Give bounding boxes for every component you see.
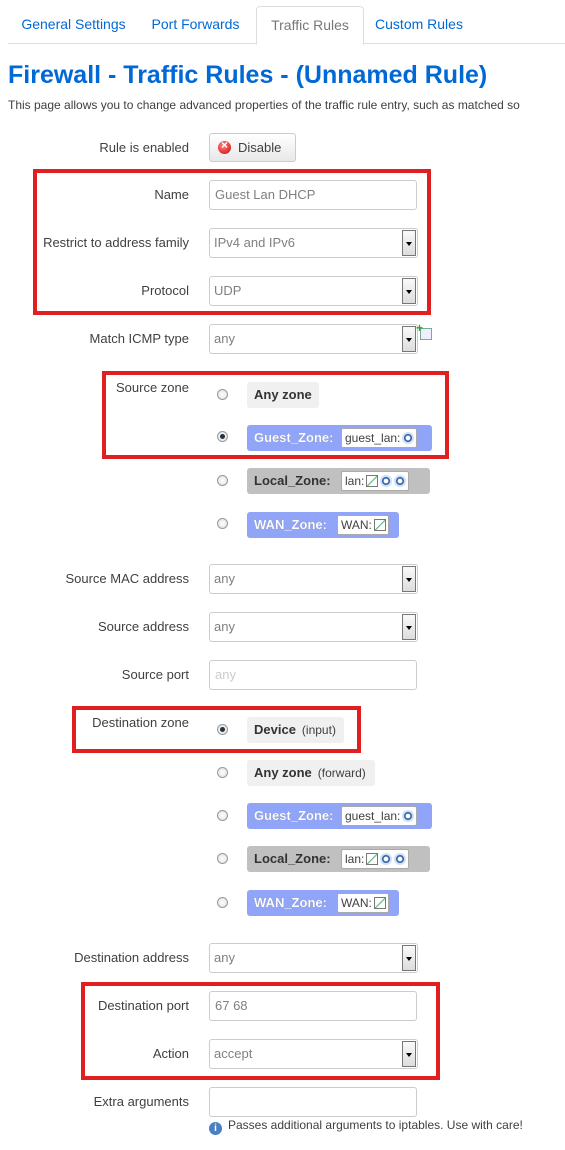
tab-traffic-rules[interactable]: Traffic Rules [256,6,364,45]
ethernet-icon [366,475,379,487]
zone-networks: lan: [341,849,410,869]
dest-zone-wan: WAN_Zone: WAN: [247,890,399,916]
zone-networks: guest_lan: [341,806,418,826]
highlight-box-port-action [81,982,440,1080]
source-mac-select[interactable]: any [209,564,418,594]
highlight-box-source-zone [102,371,449,459]
zone-name: Local_Zone: [254,851,331,866]
src-zone-wan: WAN_Zone: WAN: [247,512,399,538]
highlight-box-name-family-protocol [33,169,431,315]
zone-title: Any zone [254,765,312,780]
add-icon[interactable] [416,321,432,340]
source-mac-value: any [214,571,235,586]
extra-arguments-label: Extra arguments [93,1094,189,1109]
disable-button[interactable]: Disable [209,133,296,162]
dest-zone-wan-radio[interactable] [217,897,228,908]
src-zone-wan-radio[interactable] [217,518,228,529]
tab-bar: General Settings Port Forwards Traffic R… [8,0,565,45]
zone-name: WAN_Zone: [254,895,327,910]
page-title: Firewall - Traffic Rules - (Unnamed Rule… [8,61,488,89]
zone-name: Local_Zone: [254,473,331,488]
source-address-select[interactable]: any [209,612,418,642]
source-address-value: any [214,619,235,634]
zone-networks: lan: [341,471,410,491]
destination-address-select[interactable]: any [209,943,418,973]
network-label: WAN: [341,896,372,910]
wifi-icon [380,475,393,487]
page-description: This page allows you to change advanced … [8,98,520,112]
extra-arguments-hint: i Passes additional arguments to iptables… [209,1118,523,1135]
dest-zone-any-radio[interactable] [217,767,228,778]
dest-zone-local-radio[interactable] [217,853,228,864]
chevron-down-icon [402,614,416,640]
highlight-box-destination-zone [72,706,361,753]
icmp-type-label: Match ICMP type [89,331,189,346]
tab-general-settings[interactable]: General Settings [8,6,139,42]
source-address-label: Source address [97,619,189,634]
ethernet-icon [373,897,386,909]
chevron-down-icon [402,945,416,971]
rule-enabled-label: Rule is enabled [99,140,189,155]
dest-zone-guest-radio[interactable] [217,810,228,821]
network-label: guest_lan: [345,809,401,823]
ethernet-icon [373,519,386,531]
wifi-icon [380,853,393,865]
tab-port-forwards[interactable]: Port Forwards [142,6,249,42]
zone-subtitle: (forward) [317,766,366,780]
disable-icon [218,138,231,154]
zone-networks: WAN: [337,893,389,913]
network-label: WAN: [341,518,372,532]
dest-zone-local: Local_Zone: lan: [247,846,430,872]
wifi-icon [394,853,407,865]
icmp-type-value: any [214,331,235,346]
zone-name: Guest_Zone: [254,808,334,823]
source-port-input[interactable]: any [209,660,417,690]
zone-name: Any zone (forward) [254,760,366,786]
dest-zone-guest: Guest_Zone: guest_lan: [247,803,432,829]
source-mac-label: Source MAC address [65,571,189,586]
hint-text: Passes additional arguments to iptables.… [228,1118,523,1132]
ethernet-icon [366,853,379,865]
wifi-icon [394,475,407,487]
source-port-label: Source port [121,667,189,682]
wifi-icon [402,810,415,822]
disable-button-label: Disable [238,140,282,155]
network-label: lan: [345,474,365,488]
network-label: lan: [345,852,365,866]
zone-networks: WAN: [337,515,389,535]
zone-name: WAN_Zone: [254,517,327,532]
dest-zone-any: Any zone (forward) [247,760,375,786]
extra-arguments-input[interactable] [209,1087,417,1117]
src-zone-local-radio[interactable] [217,475,228,486]
tab-custom-rules[interactable]: Custom Rules [366,6,472,42]
destination-address-value: any [214,950,235,965]
info-icon: i [209,1122,222,1135]
icmp-type-select[interactable]: any [209,324,418,354]
src-zone-local: Local_Zone: lan: [247,468,430,494]
destination-address-label: Destination address [74,950,189,965]
chevron-down-icon [402,566,416,592]
chevron-down-icon [402,326,416,352]
